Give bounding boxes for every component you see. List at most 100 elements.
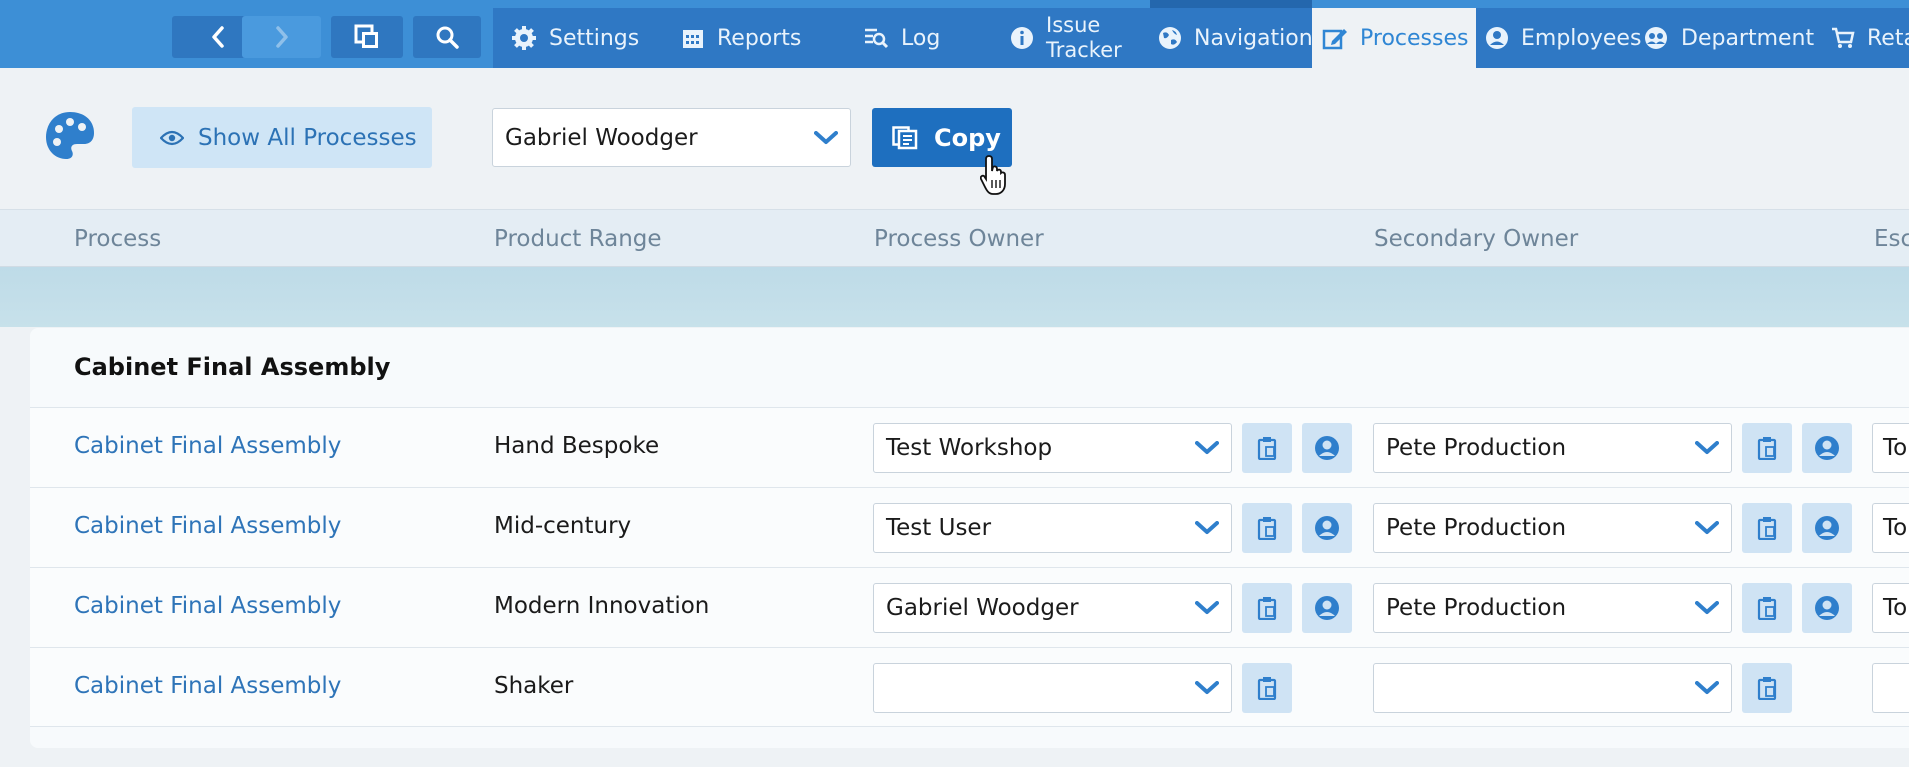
- paste-owner-button[interactable]: [1242, 503, 1292, 553]
- chevron-down-icon: [1695, 681, 1719, 694]
- tab-log[interactable]: Log: [863, 8, 940, 68]
- tab-log-label: Log: [901, 25, 941, 51]
- view-secondary-button[interactable]: [1802, 583, 1852, 633]
- process-owner-value: Gabriel Woodger: [886, 595, 1079, 621]
- show-all-processes-label: Show All Processes: [198, 124, 417, 151]
- employee-select-value: Gabriel Woodger: [505, 124, 698, 151]
- product-range-value: Hand Bespoke: [494, 433, 660, 459]
- clipboard-icon: [1257, 677, 1277, 700]
- secondary-owner-select[interactable]: Pete Production: [1373, 503, 1732, 553]
- escalation-field[interactable]: [1872, 663, 1909, 713]
- tab-processes[interactable]: Processes: [1312, 8, 1476, 68]
- chevron-down-icon: [814, 130, 838, 144]
- chevron-down-icon: [1695, 441, 1719, 454]
- user-icon: [1315, 516, 1339, 540]
- clipboard-icon: [1757, 677, 1777, 700]
- tab-retail[interactable]: Reta: [1831, 8, 1909, 68]
- secondary-owner-value: Pete Production: [1386, 595, 1567, 621]
- process-link[interactable]: Cabinet Final Assembly: [74, 513, 341, 539]
- column-product-range: Product Range: [494, 226, 662, 252]
- paste-secondary-button[interactable]: [1742, 423, 1792, 473]
- view-owner-button[interactable]: [1302, 423, 1352, 473]
- tab-reports[interactable]: Reports: [681, 8, 801, 68]
- process-link[interactable]: Cabinet Final Assembly: [74, 433, 341, 459]
- tab-settings[interactable]: Settings: [511, 8, 639, 68]
- chevron-down-icon: [1195, 441, 1219, 454]
- column-header-row: Process Product Range Process Owner Seco…: [0, 209, 1909, 267]
- tab-issue-tracker-line1: Issue: [1046, 13, 1101, 37]
- clipboard-icon: [1257, 437, 1277, 460]
- view-owner-button[interactable]: [1302, 503, 1352, 553]
- tab-issue-tracker[interactable]: Issue Tracker: [1010, 8, 1122, 68]
- secondary-owner-select[interactable]: Pete Production: [1373, 583, 1732, 633]
- paste-owner-button[interactable]: [1242, 663, 1292, 713]
- process-owner-select[interactable]: Gabriel Woodger: [873, 583, 1232, 633]
- chevron-down-icon: [1695, 601, 1719, 614]
- secondary-owner-value: Pete Production: [1386, 515, 1567, 541]
- tab-navigation[interactable]: Navigation: [1158, 8, 1313, 68]
- paste-owner-button[interactable]: [1242, 583, 1292, 633]
- windows-icon: [354, 24, 378, 48]
- secondary-owner-select[interactable]: [1373, 663, 1732, 713]
- escalation-field[interactable]: To: [1872, 583, 1909, 633]
- windows-button[interactable]: [331, 16, 403, 58]
- tab-navigation-label: Navigation: [1194, 25, 1313, 51]
- process-group-card: Cabinet Final Assembly Cabinet Final Ass…: [30, 328, 1909, 748]
- copy-label: Copy: [934, 123, 1001, 152]
- employee-select[interactable]: Gabriel Woodger: [492, 108, 851, 167]
- secondary-owner-select[interactable]: Pete Production: [1373, 423, 1732, 473]
- product-range-value: Mid-century: [494, 513, 632, 539]
- column-secondary-owner: Secondary Owner: [1374, 226, 1579, 252]
- product-range-value: Shaker: [494, 673, 574, 699]
- escalation-field[interactable]: To: [1872, 423, 1909, 473]
- top-nav: Settings Reports Log Issue Tracker Naviga…: [0, 0, 1909, 68]
- copy-icon: [892, 125, 918, 149]
- user-icon: [1815, 436, 1839, 460]
- tab-department-label: Department: [1681, 25, 1815, 51]
- forward-button[interactable]: [242, 16, 321, 58]
- product-range-value: Modern Innovation: [494, 593, 710, 619]
- paste-secondary-button[interactable]: [1742, 583, 1792, 633]
- table-row: Cabinet Final Assembly Shaker: [30, 647, 1909, 727]
- user-icon: [1815, 516, 1839, 540]
- tab-reports-label: Reports: [717, 25, 802, 51]
- view-secondary-button[interactable]: [1802, 503, 1852, 553]
- table-row: Cabinet Final Assembly Hand Bespoke Test…: [30, 407, 1909, 487]
- column-process-owner: Process Owner: [874, 226, 1044, 252]
- process-owner-select[interactable]: [873, 663, 1232, 713]
- paste-secondary-button[interactable]: [1742, 503, 1792, 553]
- process-owner-select[interactable]: Test Workshop: [873, 423, 1232, 473]
- user-icon: [1315, 596, 1339, 620]
- process-link[interactable]: Cabinet Final Assembly: [74, 593, 341, 619]
- chevron-down-icon: [1195, 521, 1219, 534]
- group-icon: [1645, 27, 1667, 49]
- info-icon: [1011, 27, 1033, 49]
- process-owner-value: Test User: [886, 515, 992, 541]
- user-icon: [1315, 436, 1339, 460]
- process-owner-select[interactable]: Test User: [873, 503, 1232, 553]
- tab-settings-label: Settings: [549, 25, 640, 51]
- search-button[interactable]: [413, 16, 481, 58]
- view-owner-button[interactable]: [1302, 583, 1352, 633]
- palette-icon: [46, 112, 94, 159]
- calendar-icon: [683, 30, 703, 48]
- escalation-field[interactable]: To: [1872, 503, 1909, 553]
- clipboard-icon: [1257, 597, 1277, 620]
- paste-secondary-button[interactable]: [1742, 663, 1792, 713]
- show-all-processes-button[interactable]: Show All Processes: [132, 107, 432, 168]
- user-icon: [1815, 596, 1839, 620]
- paste-owner-button[interactable]: [1242, 423, 1292, 473]
- process-link[interactable]: Cabinet Final Assembly: [74, 673, 341, 699]
- clipboard-icon: [1757, 597, 1777, 620]
- clipboard-icon: [1257, 517, 1277, 540]
- nav-tabs: Settings Reports Log Issue Tracker Naviga…: [493, 8, 1909, 68]
- clipboard-icon: [1757, 437, 1777, 460]
- tab-department[interactable]: Department: [1643, 8, 1814, 68]
- secondary-owner-value: Pete Production: [1386, 435, 1567, 461]
- tab-retail-label: Reta: [1867, 25, 1909, 51]
- user-icon: [1486, 27, 1508, 49]
- tab-employees[interactable]: Employees: [1485, 8, 1641, 68]
- view-secondary-button[interactable]: [1802, 423, 1852, 473]
- chevron-left-icon: [211, 26, 224, 48]
- chevron-down-icon: [1195, 601, 1219, 614]
